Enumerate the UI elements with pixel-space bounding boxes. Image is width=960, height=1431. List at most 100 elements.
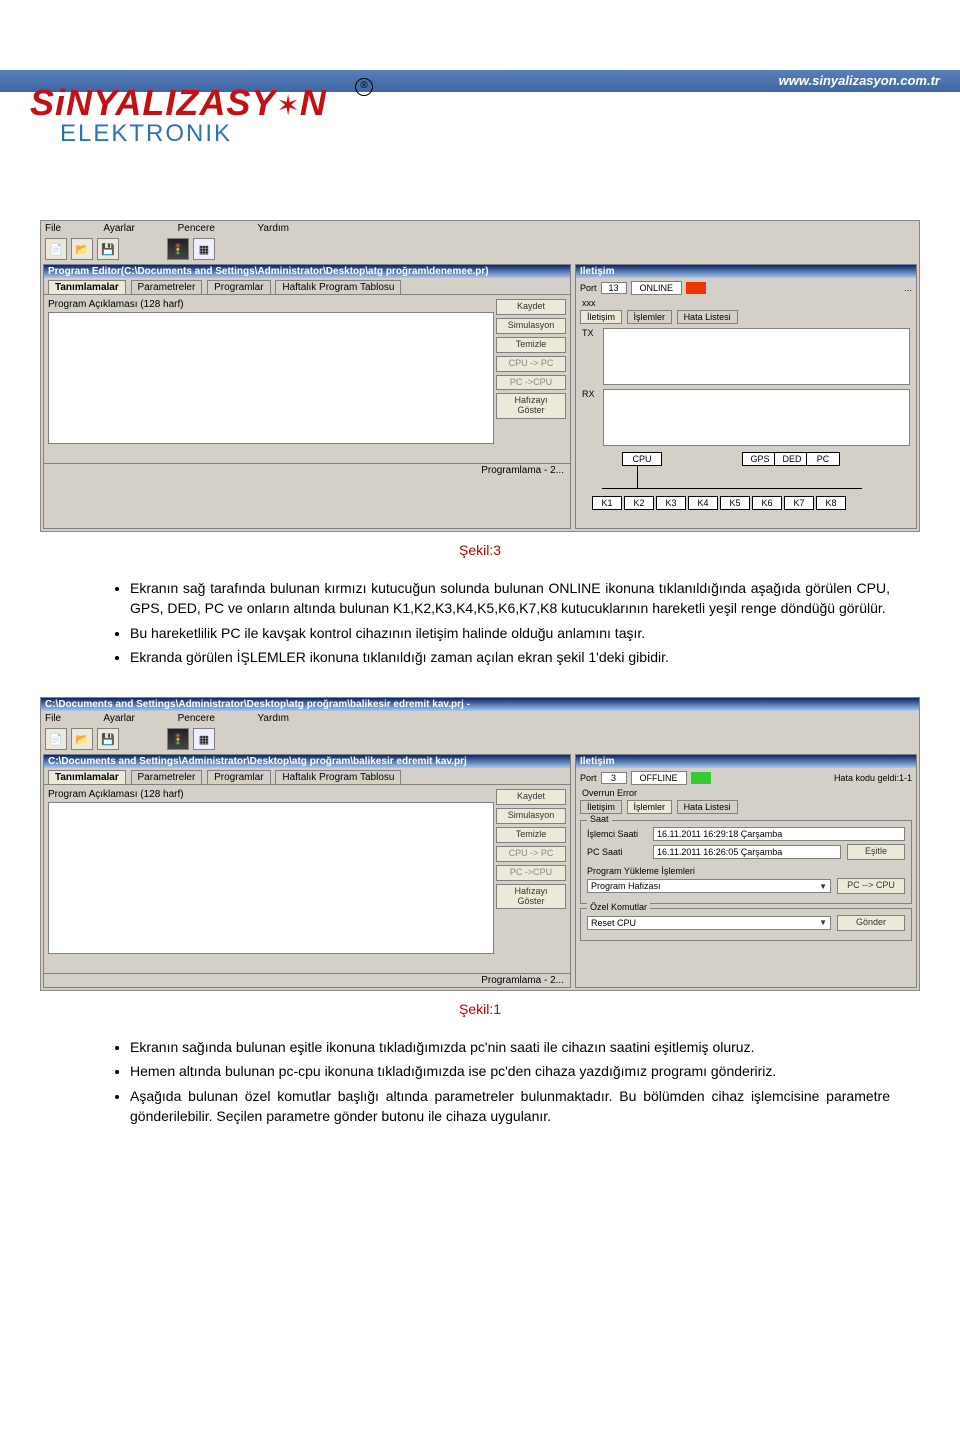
left-pane-1: Program Editor(C:\Documents and Settings… xyxy=(43,264,571,529)
diag-k4: K4 xyxy=(688,496,718,510)
hafiza-goster-button[interactable]: Hafızayı Göster xyxy=(496,393,566,419)
islemci-saati-label: İşlemci Saati xyxy=(587,829,647,839)
diag-k7: K7 xyxy=(784,496,814,510)
button-column: Kaydet Simulasyon Temizle CPU -> PC PC -… xyxy=(496,299,566,459)
tab-programlar[interactable]: Programlar xyxy=(207,280,270,294)
brand-name-tail: N xyxy=(300,82,327,123)
overrun-label: Overrun Error xyxy=(576,788,916,798)
desc-textarea-2[interactable] xyxy=(48,802,494,954)
pc-cpu-button[interactable]: PC ->CPU xyxy=(496,375,566,391)
hata-kodu-label: Hata kodu geldi:1-1 xyxy=(834,773,912,783)
simulasyon-button[interactable]: Simulasyon xyxy=(496,318,566,334)
simulasyon2-button[interactable]: Simulasyon xyxy=(496,808,566,824)
pc-cpu-send-button[interactable]: PC --> CPU xyxy=(837,878,905,894)
tab-tanimlamalar[interactable]: Tanımlamalar xyxy=(48,280,126,294)
menu2-pencere[interactable]: Pencere xyxy=(178,713,215,724)
menu2-ayarlar[interactable]: Ayarlar xyxy=(103,713,135,724)
bullet-2-1: Ekranın sağında bulunan eşitle ikonuna t… xyxy=(130,1037,890,1057)
statusbar-left: Programlama - 2... xyxy=(44,463,570,477)
cpu-pc-button[interactable]: CPU -> PC xyxy=(496,356,566,372)
diag-k1: K1 xyxy=(592,496,622,510)
menu-yardim[interactable]: Yardım xyxy=(258,223,290,234)
hafiza-goster2-button[interactable]: Hafızayı Göster xyxy=(496,884,566,910)
window-titlebar-2: C:\Documents and Settings\Administrator\… xyxy=(41,698,919,711)
subtab-iletisim[interactable]: İletişim xyxy=(580,310,622,324)
tab-parametreler[interactable]: Parametreler xyxy=(131,280,203,294)
temizle2-button[interactable]: Temizle xyxy=(496,827,566,843)
bullet-2-3: Aşağıda bulunan özel komutlar başlığı al… xyxy=(130,1086,890,1127)
iletisim-title: Iletişim xyxy=(576,265,916,278)
iletisim-subtabs-2: İletişim İşlemler Hata Listesi xyxy=(576,798,916,816)
statusbar-left-2: Programlama - 2... xyxy=(44,973,570,987)
diag-k8: K8 xyxy=(816,496,846,510)
brand-star-icon: ✶ xyxy=(276,92,299,120)
pc-saati-value: 16.11.2011 16:26:05 Çarşamba xyxy=(653,845,841,859)
menu-file[interactable]: File xyxy=(45,223,61,234)
port-input-2[interactable]: 3 xyxy=(601,772,627,784)
toolbar2-grid-icon[interactable]: ▦ xyxy=(193,728,215,750)
brand-name-main: SiNYALIZASY xyxy=(30,82,276,123)
reset-cpu-value: Reset CPU xyxy=(591,918,636,928)
toolbar2-open-icon[interactable]: 📂 xyxy=(71,728,93,750)
temizle-button[interactable]: Temizle xyxy=(496,337,566,353)
right-pane-2: Iletişim Port 3 OFFLINE Hata kodu geldi:… xyxy=(575,754,917,988)
toolbar2-traffic-icon[interactable]: 🚦 xyxy=(167,728,189,750)
iletisim-subtabs: İletişim İşlemler Hata Listesi xyxy=(576,308,916,326)
brand-logo: SiNYALIZASY✶N ELEKTRONIK xyxy=(30,82,327,148)
screenshot-1: File Ayarlar Pencere Yardım 📄 📂 💾 🚦 ▦ Pr… xyxy=(40,220,920,532)
reset-cpu-dropdown[interactable]: Reset CPU ▼ xyxy=(587,916,831,930)
online-button[interactable]: ONLINE xyxy=(631,281,683,295)
editor-title: Program Editor(C:\Documents and Settings… xyxy=(44,265,570,278)
diag-gps: GPS xyxy=(742,452,778,466)
program-hafizasi-value: Program Hafizası xyxy=(591,881,661,891)
islemci-saati-value: 16.11.2011 16:29:18 Çarşamba xyxy=(653,827,905,841)
screenshot-2: C:\Documents and Settings\Administrator\… xyxy=(40,697,920,991)
kaydet-button[interactable]: Kaydet xyxy=(496,299,566,315)
saat-group-label: Saat xyxy=(587,814,612,824)
toolbar-save-icon[interactable]: 💾 xyxy=(97,238,119,260)
toolbar-open-icon[interactable]: 📂 xyxy=(71,238,93,260)
ozel-komutlar-group: Özel Komutlar Reset CPU ▼ Gönder xyxy=(580,908,912,941)
tab2-tanimlamalar[interactable]: Tanımlamalar xyxy=(48,770,126,784)
gonder-button[interactable]: Gönder xyxy=(837,915,905,931)
toolbar2-save-icon[interactable]: 💾 xyxy=(97,728,119,750)
tx-label: TX xyxy=(582,328,598,338)
desc-textarea[interactable] xyxy=(48,312,494,444)
ozel-komutlar-label: Özel Komutlar xyxy=(587,902,650,912)
toolbar-new-icon[interactable]: 📄 xyxy=(45,238,67,260)
toolbar-grid-icon[interactable]: ▦ xyxy=(193,238,215,260)
subtab2-iletisim[interactable]: İletişim xyxy=(580,800,622,814)
subtab2-islemler[interactable]: İşlemler xyxy=(627,800,673,814)
tab-haftalik[interactable]: Haftalık Program Tablosu xyxy=(275,280,401,294)
tab2-programlar[interactable]: Programlar xyxy=(207,770,270,784)
menu2-yardim[interactable]: Yardım xyxy=(258,713,290,724)
port-label: Port xyxy=(580,283,597,293)
bullet-1-3: Ekranda görülen İŞLEMLER ikonuna tıklanı… xyxy=(130,647,890,667)
iletisim-title-2: Iletişim xyxy=(576,755,916,768)
subtab-hata[interactable]: Hata Listesi xyxy=(677,310,738,324)
bullet-1-1: Ekranın sağ tarafında bulunan kırmızı ku… xyxy=(130,578,890,619)
editor-tabs: Tanımlamalar Parametreler Programlar Haf… xyxy=(44,278,570,294)
menu-pencere[interactable]: Pencere xyxy=(178,223,215,234)
pc-cpu2-button[interactable]: PC ->CPU xyxy=(496,865,566,881)
desc-label-2: Program Açıklaması (128 harf) xyxy=(48,789,492,800)
kaydet2-button[interactable]: Kaydet xyxy=(496,789,566,805)
toolbar2-new-icon[interactable]: 📄 xyxy=(45,728,67,750)
toolbar-traffic-icon[interactable]: 🚦 xyxy=(167,238,189,260)
subtab-islemler[interactable]: İşlemler xyxy=(627,310,673,324)
menu-ayarlar[interactable]: Ayarlar xyxy=(103,223,135,234)
tab2-parametreler[interactable]: Parametreler xyxy=(131,770,203,784)
diag-ded: DED xyxy=(774,452,810,466)
cpu-pc2-button[interactable]: CPU -> PC xyxy=(496,846,566,862)
port-label-2: Port xyxy=(580,773,597,783)
tab2-haftalik[interactable]: Haftalık Program Tablosu xyxy=(275,770,401,784)
caption-2: Şekil:1 xyxy=(0,1001,960,1017)
esitle-button[interactable]: Eşitle xyxy=(847,844,905,860)
menu2-file[interactable]: File xyxy=(45,713,61,724)
toolbar-1: 📄 📂 💾 🚦 ▦ xyxy=(41,236,919,262)
program-hafizasi-dropdown[interactable]: Program Hafizası ▼ xyxy=(587,879,831,893)
offline-button[interactable]: OFFLINE xyxy=(631,771,687,785)
trademark-icon: ® xyxy=(355,78,373,96)
port-input[interactable]: 13 xyxy=(601,282,627,294)
subtab2-hata[interactable]: Hata Listesi xyxy=(677,800,738,814)
